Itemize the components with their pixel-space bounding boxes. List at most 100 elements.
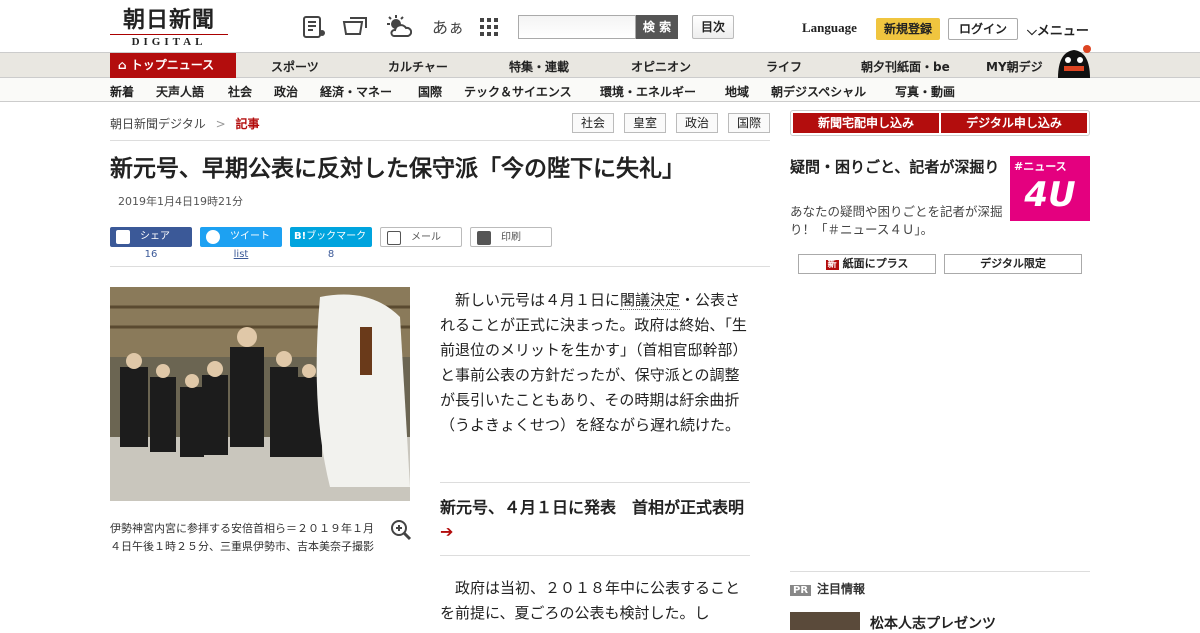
article-paragraph: 新しい元号は４月１日に閣議決定・公表されることが正式に決まった。政府は終始、「生… [440, 288, 752, 438]
divider [440, 482, 750, 483]
pr-thumbnail[interactable] [790, 612, 860, 630]
paper-plus-label: 紙面にプラス [842, 257, 909, 270]
snav-tech[interactable]: テック＆サイエンス [464, 83, 572, 100]
pr-heading: PR 注目情報 [790, 580, 865, 597]
news4u-badge[interactable]: #ニュース 4U [1010, 156, 1090, 221]
snav-region[interactable]: 地域 [725, 83, 749, 100]
search-input[interactable] [518, 15, 636, 39]
snav-international[interactable]: 国際 [418, 83, 442, 100]
nav-life[interactable]: ライフ [766, 58, 802, 75]
register-button[interactable]: 新規登録 [876, 18, 940, 40]
snav-economy[interactable]: 経済・マネー [320, 83, 392, 100]
login-button[interactable]: ログイン [948, 18, 1018, 40]
arrow-right-icon: ➔ [440, 522, 454, 541]
tag-imperial[interactable]: 皇室 [624, 113, 666, 133]
hatena-count: 8 [327, 249, 335, 260]
nav-opinion[interactable]: オピニオン [631, 58, 691, 75]
sidebar-feature-desc: あなたの疑問や困りごとを記者が深掘り！「＃ニュース４Ｕ」。 [790, 204, 1003, 237]
digital-subscribe-button[interactable]: デジタル申し込み [941, 113, 1087, 133]
photo-caption: 伊勢神宮内宮に参拝する安倍首相ら＝２０１９年１月４日午後１時２５分、三重県伊勢市… [110, 522, 374, 553]
snav-special[interactable]: 朝デジスペシャル [771, 83, 866, 100]
snav-photo[interactable]: 写真・動画 [895, 83, 955, 100]
nav-culture[interactable]: カルチャー [388, 58, 448, 75]
twitter-icon [206, 230, 220, 244]
digital-only-button[interactable]: デジタル限定 [944, 254, 1082, 274]
news4u-label: #ニュース [1014, 160, 1067, 173]
tag-international[interactable]: 国際 [728, 113, 770, 133]
article-date: 2019年1月4日19時21分 [118, 195, 243, 208]
logo-jp: 朝日新聞 [122, 7, 215, 33]
snav-environment[interactable]: 環境・エネルギー [600, 83, 696, 100]
divider [790, 571, 1090, 572]
sidebar-feature-title[interactable]: 疑問・困りごと、記者が深掘り [790, 156, 1005, 178]
facebook-icon [116, 230, 130, 244]
mascot-icon[interactable] [1054, 44, 1092, 78]
article-paragraph: 政府は当初、２０１８年中に公表することを前提に、夏ごろの公表も検討した。し [440, 579, 741, 622]
home-icon: ⌂ [118, 58, 131, 72]
grid-menu-icon[interactable] [476, 14, 502, 40]
print-icon [477, 231, 491, 245]
twitter-share-label: ツイート [230, 231, 270, 242]
mail-news-icon[interactable] [342, 14, 368, 40]
facebook-share-label: シェア [140, 231, 170, 242]
hatena-label: ブックマーク [306, 231, 367, 242]
nav-features[interactable]: 特集・連載 [509, 58, 569, 75]
snav-new[interactable]: 新着 [110, 83, 134, 100]
snav-society[interactable]: 社会 [228, 83, 252, 100]
glossary-link[interactable]: 閣議決定 [620, 291, 681, 310]
facebook-share-button[interactable]: シェア [110, 227, 192, 247]
pr-heading-label: 注目情報 [817, 582, 866, 596]
chevron-down-icon: ⌵ [1027, 24, 1037, 39]
hatena-bookmark-button[interactable]: B!ブックマーク [290, 227, 372, 247]
divider [440, 555, 750, 556]
newspaper-subscribe-button[interactable]: 新聞宅配申し込み [793, 113, 939, 133]
language-link[interactable]: Language [802, 20, 857, 36]
breadcrumb: 朝日新聞デジタル > 記事 [110, 115, 260, 132]
paragraph-text: ・公表されることが正式に決まった。政府は終始、「生前退位のメリットを生かす」（首… [440, 291, 748, 434]
related-article-title: 新元号、４月１日に発表 首相が正式表明 [440, 498, 745, 517]
pr-tag: PR [790, 585, 812, 596]
mail-icon [387, 231, 401, 245]
search-button[interactable]: 検 索 [636, 15, 678, 39]
weather-icon[interactable] [386, 14, 412, 40]
text-size-icon[interactable]: あぁ [432, 14, 464, 38]
toc-button[interactable]: 目次 [692, 15, 734, 39]
nav-my[interactable]: MY朝デジ [986, 58, 1043, 75]
nav-label: トップニュース [130, 58, 215, 72]
snav-tensei[interactable]: 天声人語 [156, 83, 204, 100]
mail-button[interactable]: メール [380, 227, 462, 247]
newspaper-icon[interactable] [301, 14, 327, 40]
pr-item-title[interactable]: 松本人志プレゼンツ [870, 613, 996, 633]
tag-politics[interactable]: 政治 [676, 113, 718, 133]
breadcrumb-separator: > [215, 117, 226, 131]
menu-button[interactable]: ⌵メニュー [1027, 20, 1089, 39]
snav-politics[interactable]: 政治 [274, 83, 298, 100]
nav-sports[interactable]: スポーツ [271, 58, 319, 75]
photo-illustration [110, 287, 410, 501]
breadcrumb-home[interactable]: 朝日新聞デジタル [110, 117, 206, 131]
twitter-count[interactable]: list [200, 249, 282, 260]
paragraph-text: 新しい元号は４月１日に [455, 291, 621, 309]
article-headline: 新元号、早期公表に反対した保守派「今の陛下に失礼」 [110, 156, 685, 182]
paper-plus-button[interactable]: 新紙面にプラス [798, 254, 936, 274]
breadcrumb-current: 記事 [235, 117, 260, 131]
twitter-share-button[interactable]: ツイート [200, 227, 282, 247]
logo-en: DIGITAL [110, 34, 228, 48]
print-button[interactable]: 印刷 [470, 227, 552, 247]
facebook-count: 16 [144, 249, 158, 260]
global-nav: ⌂ トップニュース スポーツ カルチャー 特集・連載 オピニオン ライフ 朝夕刊… [0, 45, 1200, 78]
site-logo[interactable]: 朝日新聞 DIGITAL [110, 8, 228, 48]
tag-society[interactable]: 社会 [572, 113, 614, 133]
divider [110, 140, 770, 141]
sub-nav: 新着 天声人語 社会 政治 経済・マネー 国際 テック＆サイエンス 環境・エネル… [0, 78, 1200, 102]
news4u-logo: 4U [1024, 175, 1076, 215]
nav-top-news[interactable]: ⌂ トップニュース [110, 53, 236, 78]
related-article-link[interactable]: 新元号、４月１日に発表 首相が正式表明 ➔ [440, 496, 750, 544]
article-photo[interactable] [110, 287, 410, 501]
hatena-icon: B! [294, 231, 307, 242]
paper-icon: 新 [825, 260, 839, 270]
mail-label: メール [411, 232, 441, 243]
nav-paper[interactable]: 朝夕刊紙面・be [861, 58, 950, 75]
print-label: 印刷 [501, 232, 521, 243]
zoom-icon[interactable] [390, 519, 412, 541]
